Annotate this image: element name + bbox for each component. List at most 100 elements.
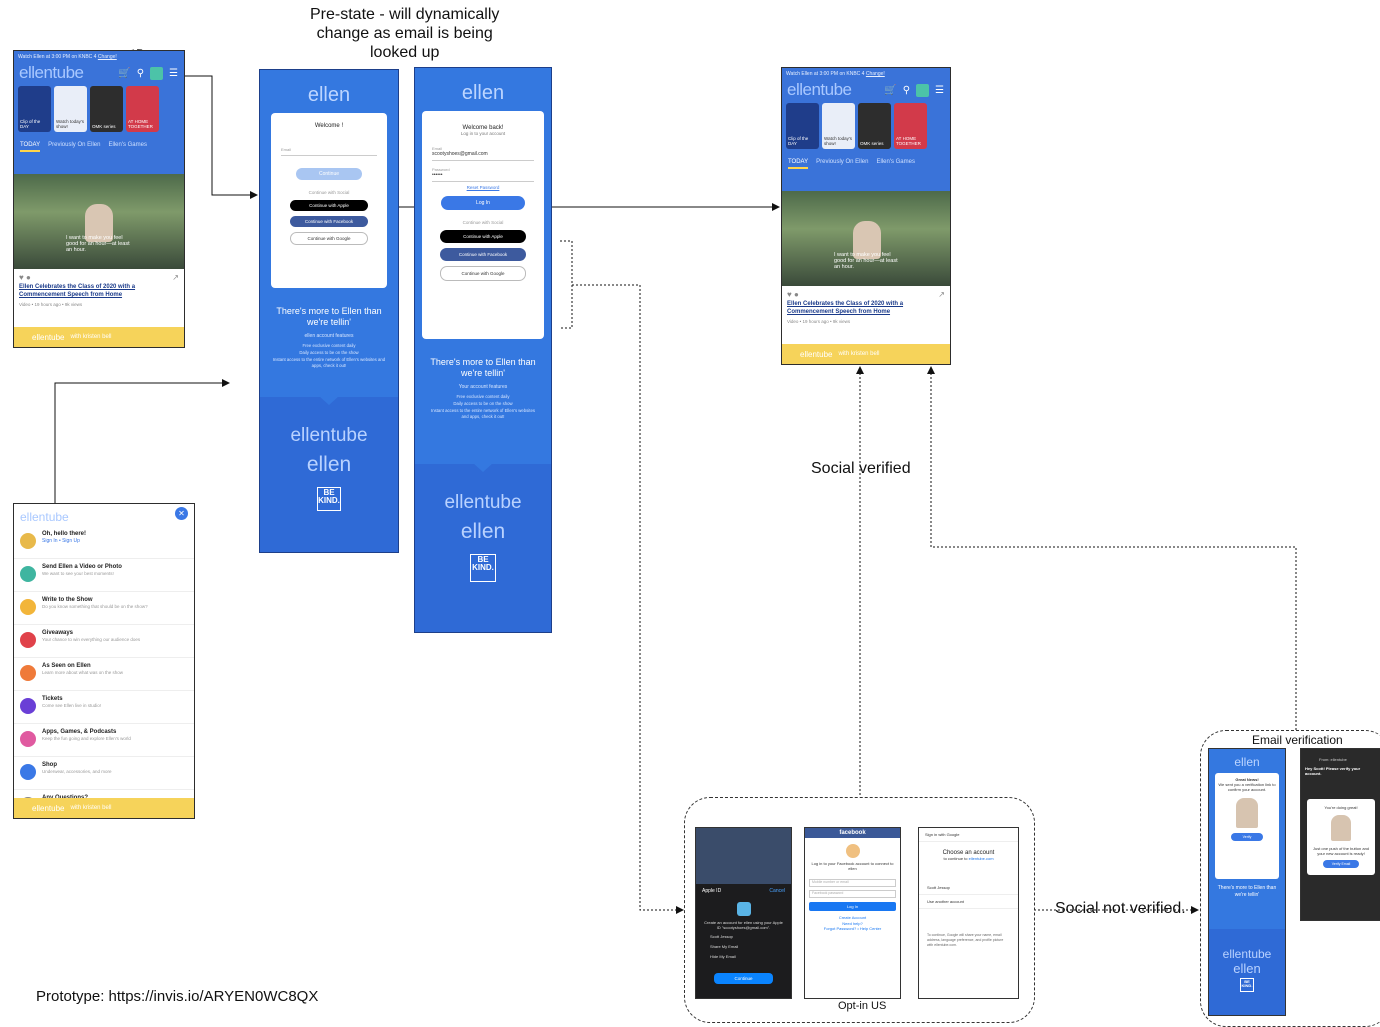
password-field[interactable]: Password •••••• — [432, 167, 534, 182]
menu-item-icon — [20, 533, 36, 549]
card-at-home[interactable]: AT HOME TOGETHER — [894, 103, 927, 149]
menu-item[interactable]: Tickets Come see Ellen live in studio! — [14, 691, 194, 724]
home-icons: 🛒 ⚲ ☰ — [884, 84, 944, 97]
facebook-password-input[interactable]: Facebook password — [809, 890, 896, 899]
menu-item-desc: Your chance to win everything our audien… — [42, 637, 141, 642]
menu-item[interactable]: As Seen on Ellen Learn more about what wa… — [14, 658, 194, 691]
facebook-login-button[interactable]: Continue with Facebook — [440, 248, 526, 261]
ad-banner[interactable]: ellentube with kristen bell — [14, 798, 194, 818]
apple-hide-email[interactable]: Hide My Email — [696, 953, 791, 963]
like-icon[interactable]: ♥ ● — [19, 273, 31, 282]
tab-today[interactable]: TODAY — [20, 142, 41, 152]
ad-banner[interactable]: ellentube with kristen bell — [14, 327, 184, 347]
ev-card: Great News! We sent you a verification l… — [1215, 773, 1279, 879]
menu-icon[interactable]: ☰ — [935, 85, 944, 96]
change-link[interactable]: Change! — [98, 54, 117, 60]
apple-cancel-button[interactable]: Cancel — [769, 888, 785, 894]
mail-photo — [1331, 815, 1351, 842]
tab-previously[interactable]: Previously On Ellen — [816, 159, 868, 169]
reset-password-link[interactable]: Reset Password — [432, 185, 534, 190]
apple-login-button[interactable]: Continue with Apple — [440, 230, 526, 243]
ev-verify-button[interactable]: Verify — [1231, 832, 1263, 841]
download-icon[interactable] — [150, 67, 164, 80]
google-login-button[interactable]: Continue with Google — [290, 232, 368, 245]
menu-item-desc: Learn more about what was on the show — [42, 670, 124, 675]
menu-item-desc: Underwear, accessories, and more — [42, 769, 112, 774]
card-clip-of-day[interactable]: Clip of the DAY — [18, 86, 51, 132]
mail-verify-button[interactable]: Verify Email — [1323, 859, 1359, 868]
video-title[interactable]: Ellen Celebrates the Class of 2020 with … — [782, 299, 950, 317]
ad-banner[interactable]: ellentube with kristen bell — [782, 344, 950, 364]
apple-continue-button[interactable]: Continue — [714, 973, 773, 985]
cart-icon[interactable]: 🛒 — [118, 68, 130, 79]
menu-item-title: Write to the Show — [42, 597, 93, 603]
ev-footer: ellentube ellen BE KIND. — [1209, 929, 1285, 1015]
login-button[interactable]: Log In — [441, 196, 525, 210]
change-link[interactable]: Change! — [866, 71, 885, 77]
share-icon[interactable]: ↗ — [938, 290, 945, 299]
menu-item[interactable]: Oh, hello there! Sign In • Sign Up — [14, 526, 194, 559]
tab-previously[interactable]: Previously On Ellen — [48, 142, 100, 152]
email-field[interactable]: Email — [281, 147, 377, 156]
search-icon[interactable]: ⚲ — [137, 68, 144, 79]
menu-item[interactable]: Send Ellen a Video or Photo We want to se… — [14, 559, 194, 592]
tab-games[interactable]: Ellen's Games — [876, 159, 915, 169]
continue-button[interactable]: Continue — [296, 168, 362, 180]
download-icon[interactable] — [916, 84, 930, 97]
card-omk[interactable]: OMK series — [90, 86, 123, 132]
promo-line-3: Instant access to the entire network of … — [431, 407, 535, 419]
card-clip-of-day[interactable]: Clip of the DAY — [786, 103, 819, 149]
close-icon[interactable]: ✕ — [175, 507, 188, 520]
card-omk[interactable]: OMK series — [858, 103, 891, 149]
menu-icon[interactable]: ☰ — [169, 68, 178, 79]
google-account[interactable]: Scott Jessop — [919, 881, 1018, 895]
menu-item[interactable]: Shop Underwear, accessories, and more — [14, 757, 194, 790]
share-icon[interactable]: ↗ — [172, 273, 179, 282]
cart-icon[interactable]: 🛒 — [884, 85, 896, 96]
password-value: •••••• — [432, 172, 443, 178]
menu-item[interactable]: Write to the Show Do you know something t… — [14, 592, 194, 625]
google-login-button[interactable]: Continue with Google — [440, 266, 526, 281]
email-field[interactable]: Email scootyshoes@gmail.com — [432, 146, 534, 161]
arrow-home-to-login — [185, 75, 258, 199]
menu-item-title: Giveaways — [42, 630, 74, 636]
login-subheading: Log in to your account — [460, 131, 506, 136]
card-caption: Watch today's show! — [824, 136, 852, 147]
social-bracket — [560, 240, 573, 329]
search-icon[interactable]: ⚲ — [903, 85, 910, 96]
menu-item[interactable]: Apps, Games, & Podcasts Keep the fun goin… — [14, 724, 194, 757]
tab-games[interactable]: Ellen's Games — [108, 142, 147, 152]
google-other-account[interactable]: Use another account — [919, 895, 1018, 909]
home-tabs: TODAY Previously On Ellen Ellen's Games — [14, 138, 184, 157]
menu-item-desc: Come see Ellen live in studio! — [42, 703, 102, 708]
facebook-email-input[interactable]: Mobile number or email — [809, 879, 896, 888]
tab-today[interactable]: TODAY — [788, 159, 809, 169]
google-header: Sign in with Google — [919, 828, 1018, 842]
google-sub-site: ellentube.com — [968, 856, 994, 861]
like-icon[interactable]: ♥ ● — [787, 290, 799, 299]
mail-card: You're doing great! Just one push of the… — [1307, 799, 1375, 875]
video-actions: ♥ ● ↗ — [14, 269, 184, 282]
video-player[interactable]: I want to make you feel good for an hour… — [14, 174, 184, 269]
apple-header: Apple ID Cancel — [696, 884, 791, 898]
facebook-login-button[interactable]: Continue with Facebook — [290, 216, 368, 227]
menu-item-text: Write to the Show Do you know something t… — [42, 597, 148, 609]
ev-line: We sent you a verification link to confi… — [1218, 782, 1276, 793]
video-title[interactable]: Ellen Celebrates the Class of 2020 with … — [14, 282, 184, 300]
apple-share-email[interactable]: Share My Email — [696, 943, 791, 953]
apple-login-button[interactable]: Continue with Apple — [290, 200, 368, 211]
card-watch-show[interactable]: Watch today's show! — [822, 103, 855, 149]
facebook-forgot[interactable]: Forgot Password? • Help Center — [805, 926, 900, 931]
card-watch-show[interactable]: Watch today's show! — [54, 86, 87, 132]
prototype-link[interactable]: Prototype: https://invis.io/ARYEN0WC8QX — [36, 988, 318, 1005]
signin-signup-links[interactable]: Sign In • Sign Up — [42, 538, 86, 544]
facebook-login-button[interactable]: Log In — [809, 902, 896, 912]
apple-title: Apple ID — [702, 888, 722, 894]
facebook-text: Log in to your Facebook account to conne… — [811, 861, 894, 872]
ad-text: with kristen bell — [70, 805, 112, 811]
google-sub-prefix: to continue to — [943, 856, 968, 861]
menu-item[interactable]: Giveaways Your chance to win everything o… — [14, 625, 194, 658]
video-player[interactable]: I want to make you feel good for an hour… — [782, 191, 950, 286]
promo-line-2: Daily access to be on the show — [453, 400, 513, 406]
card-at-home[interactable]: AT HOME TOGETHER — [126, 86, 159, 132]
